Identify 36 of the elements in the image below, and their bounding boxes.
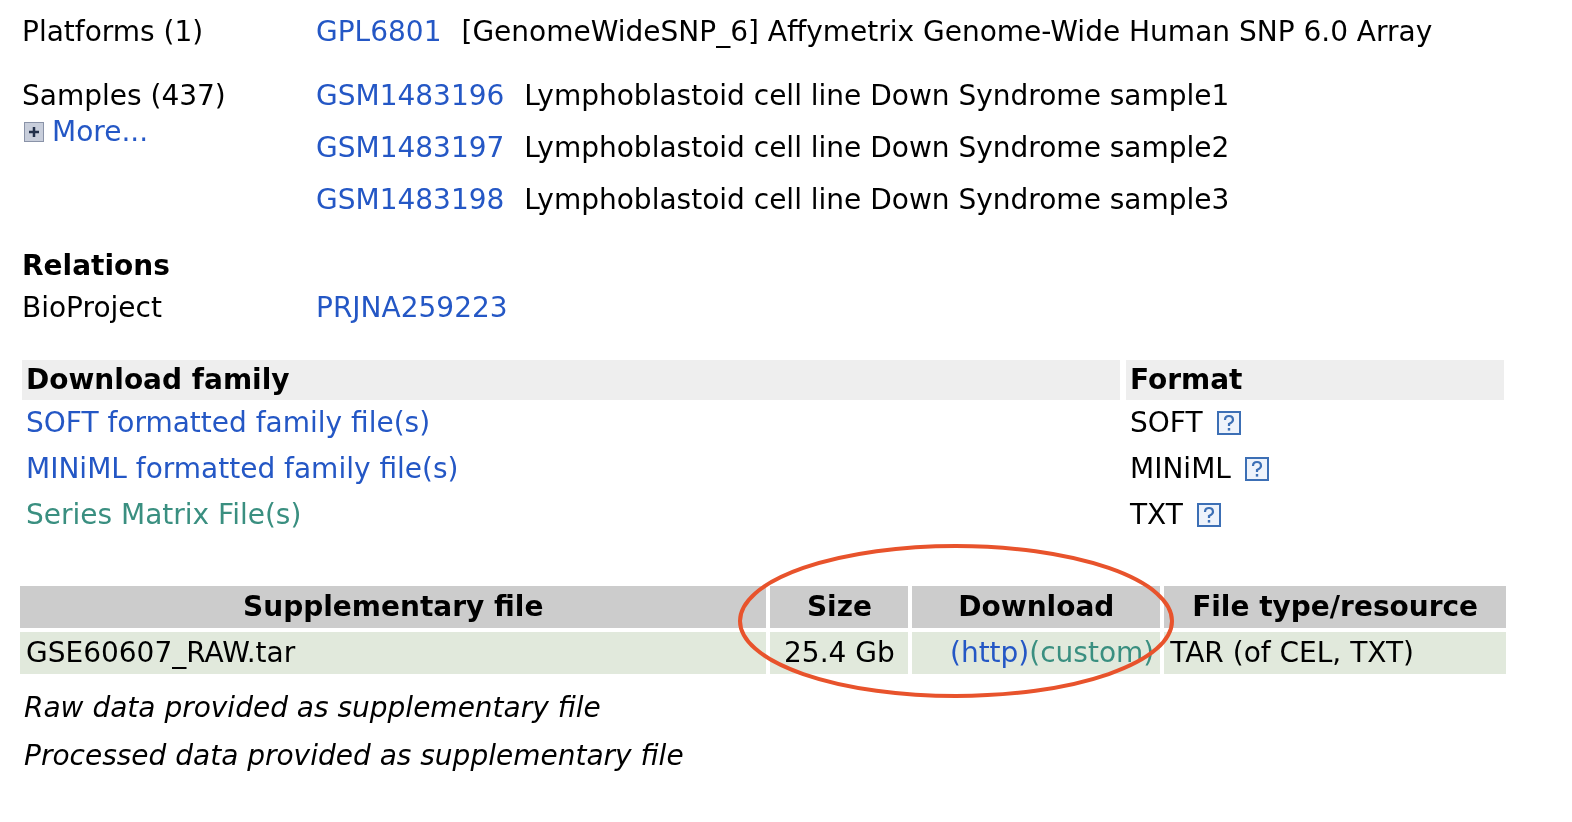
table-cell: TAR (of CEL, TXT) (1164, 632, 1506, 674)
column-header: Size (770, 586, 909, 628)
download-link[interactable]: MINiML formatted family file(s) (26, 452, 459, 485)
more-link[interactable]: More... (52, 114, 149, 150)
help-icon[interactable] (1216, 411, 1241, 435)
download-link[interactable]: (http) (949, 636, 1030, 669)
column-header: File type/resource (1164, 586, 1506, 628)
column-header: Supplementary file (20, 586, 767, 628)
platform-link[interactable]: GPL6801 (316, 14, 442, 50)
download-link[interactable]: Series Matrix File(s) (26, 498, 302, 531)
note-text: Raw data provided as supplementary file (23, 690, 602, 726)
section-heading: Relations (22, 248, 171, 284)
help-icon[interactable] (1244, 457, 1269, 481)
note-text: Processed data provided as supplementary file (23, 738, 685, 774)
column-header: Format (1126, 360, 1504, 400)
format-label: MINiML (1130, 451, 1231, 487)
sample-link[interactable]: GSM1483198 (316, 182, 505, 218)
sample-link[interactable]: GSM1483196 (316, 78, 505, 114)
format-label: TXT (1130, 497, 1183, 533)
table-cell: 25.4 Gb (770, 632, 909, 674)
format-label: SOFT (1130, 405, 1203, 441)
relation-label: BioProject (22, 291, 162, 324)
download-link[interactable]: SOFT formatted family file(s) (26, 406, 431, 439)
help-icon[interactable] (1196, 503, 1221, 527)
sample-link[interactable]: GSM1483197 (316, 130, 505, 166)
platform-description: [GenomeWideSNP_6] Affymetrix Genome-Wide Human SNP 6.0 Array (461, 14, 1434, 50)
section-label: Platforms (1) (22, 15, 204, 48)
column-header: Download (912, 586, 1161, 628)
sample-description: Lymphoblastoid cell line Down Syndrome sample1 (524, 78, 1230, 114)
table-cell: GSE60607_RAW.tar (20, 632, 767, 674)
section-label: Samples (437) (22, 78, 226, 114)
bioproject-link[interactable]: PRJNA259223 (316, 290, 508, 326)
expand-icon[interactable] (24, 122, 44, 142)
sample-description: Lymphoblastoid cell line Down Syndrome sample3 (524, 182, 1230, 218)
column-header: Download family (22, 360, 1120, 400)
sample-description: Lymphoblastoid cell line Down Syndrome sample2 (524, 130, 1230, 166)
